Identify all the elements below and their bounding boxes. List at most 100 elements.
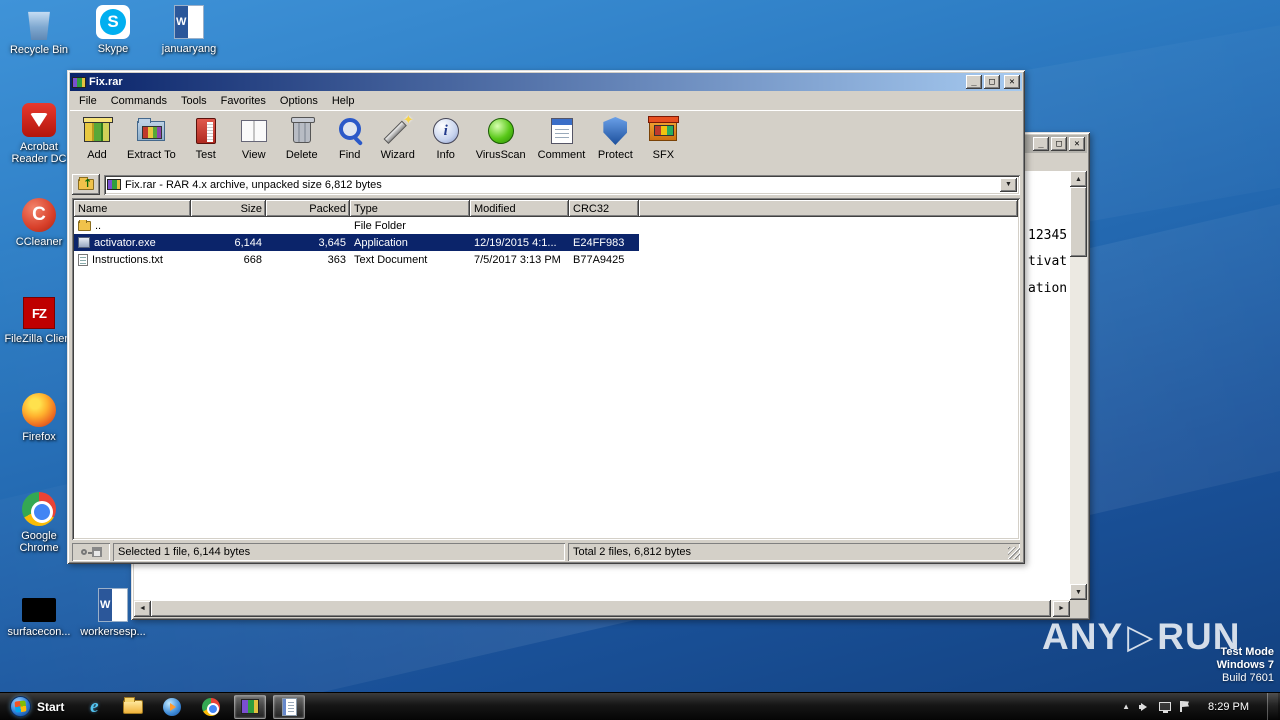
column-header-modified[interactable]: Modified	[470, 200, 569, 217]
scroll-up-icon[interactable]: ▲	[1070, 171, 1087, 187]
resize-grip[interactable]	[1008, 547, 1020, 559]
start-button[interactable]: Start	[0, 693, 74, 720]
delete-button[interactable]: Delete	[279, 113, 325, 163]
maximize-button[interactable]: □	[1051, 137, 1067, 151]
test-button[interactable]: Test	[183, 113, 229, 163]
desktop-icon-surfacecon[interactable]: surfacecon...	[2, 592, 76, 638]
maximize-button[interactable]: □	[984, 75, 1000, 89]
taskbar-notepad[interactable]	[273, 694, 306, 719]
taskbar-explorer[interactable]	[117, 695, 149, 719]
add-archive-icon	[83, 117, 113, 142]
column-header-filler	[639, 200, 1018, 217]
desktop-icon-ccleaner[interactable]: CCleaner	[2, 198, 76, 248]
file-packed: 3,645	[318, 236, 346, 249]
toolbar-label: Info	[436, 149, 455, 161]
column-header-crc32[interactable]: CRC32	[569, 200, 639, 217]
volume-icon[interactable]	[1139, 702, 1150, 712]
winrar-app-icon	[72, 76, 86, 88]
desktop-icon-acrobat[interactable]: Acrobat Reader DC	[2, 103, 76, 165]
find-button[interactable]: Find	[327, 113, 373, 163]
archive-path-text: Fix.rar - RAR 4.x archive, unpacked size…	[125, 178, 382, 191]
table-row-parent-dir[interactable]: .. File Folder	[74, 217, 639, 234]
column-header-packed[interactable]: Packed	[266, 200, 350, 217]
desktop-icon-recycle-bin[interactable]: Recycle Bin	[2, 8, 76, 56]
taskbar-chrome[interactable]	[195, 695, 227, 719]
taskbar-winrar[interactable]	[234, 694, 267, 719]
up-one-level-button[interactable]	[72, 174, 100, 195]
menu-favorites[interactable]: Favorites	[214, 93, 273, 109]
word-document-icon	[174, 5, 204, 39]
menu-commands[interactable]: Commands	[104, 93, 174, 109]
toolbar-label: Comment	[537, 149, 586, 161]
winrar-titlebar[interactable]: Fix.rar _ □ ✕	[70, 73, 1022, 91]
sandbox-build: Build 7601	[1222, 672, 1274, 684]
protect-button[interactable]: Protect	[592, 113, 638, 163]
info-icon	[432, 118, 459, 144]
sandbox-os: Windows 7	[1216, 659, 1274, 671]
comment-button[interactable]: Comment	[533, 113, 591, 163]
scroll-right-icon[interactable]: ►	[1053, 600, 1070, 617]
desktop-icon-label: januaryang	[161, 43, 217, 55]
system-tray: ▲ 8:29 PM	[1122, 693, 1280, 720]
hidden-icons-button[interactable]: ▲	[1122, 702, 1130, 711]
table-row-activator-exe[interactable]: activator.exe 6,144 3,645 Application 12…	[74, 234, 639, 251]
winrar-icon	[241, 699, 260, 714]
scroll-down-icon[interactable]: ▼	[1070, 584, 1087, 600]
notepad-icon	[281, 697, 297, 716]
toolbar-label: VirusScan	[475, 149, 526, 161]
minimize-button[interactable]: _	[966, 75, 982, 89]
extract-to-button[interactable]: Extract To	[122, 113, 181, 163]
action-center-icon[interactable]	[1180, 701, 1190, 712]
scroll-left-icon[interactable]: ◄	[134, 600, 151, 617]
toolbar-label: Add	[87, 149, 107, 161]
view-button[interactable]: View	[231, 113, 277, 163]
windows-orb-icon	[10, 696, 31, 717]
file-size: 668	[243, 253, 262, 266]
menu-help[interactable]: Help	[325, 93, 362, 109]
menu-options[interactable]: Options	[273, 93, 325, 109]
desktop-icon-skype[interactable]: Skype	[76, 5, 150, 55]
desktop-icon-label: CCleaner	[15, 236, 63, 248]
winrar-statusbar: Selected 1 file, 6,144 bytes Total 2 fil…	[70, 541, 1022, 561]
close-icon[interactable]: ✕	[1069, 137, 1085, 151]
show-desktop-button[interactable]	[1267, 693, 1278, 720]
file-modified: 12/19/2015 4:1...	[474, 236, 557, 249]
column-header-name[interactable]: Name	[74, 200, 191, 217]
taskbar-media-player[interactable]	[156, 695, 188, 719]
toolbar-label: View	[241, 149, 266, 161]
vertical-scroll-thumb[interactable]	[1070, 187, 1087, 257]
info-button[interactable]: Info	[423, 113, 469, 163]
statusbar-icons	[72, 543, 110, 561]
vertical-scrollbar[interactable]: ▲ ▼	[1070, 171, 1087, 600]
watermark-brand-left: ANY	[1042, 616, 1124, 657]
close-icon[interactable]: ✕	[1004, 75, 1020, 89]
menu-file[interactable]: File	[72, 93, 104, 109]
virusscan-button[interactable]: VirusScan	[471, 113, 531, 163]
skype-icon	[96, 5, 130, 39]
chevron-down-icon[interactable]: ▼	[1000, 177, 1017, 192]
desktop-icon-chrome[interactable]: Google Chrome	[2, 492, 76, 554]
menu-tools[interactable]: Tools	[174, 93, 214, 109]
desktop-icon-firefox[interactable]: Firefox	[2, 393, 76, 443]
horizontal-scroll-thumb[interactable]	[151, 600, 1051, 617]
sandbox-mode: Test Mode	[1220, 646, 1274, 658]
taskbar-clock[interactable]: 8:29 PM	[1199, 701, 1258, 713]
file-list: Name Size Packed Type Modified CRC32 .. …	[72, 198, 1020, 540]
file-crc: B77A9425	[573, 253, 625, 266]
network-icon[interactable]	[1159, 702, 1172, 713]
minimize-button[interactable]: _	[1033, 137, 1049, 151]
table-row-instructions-txt[interactable]: Instructions.txt 668 363 Text Document 7…	[74, 251, 639, 268]
desktop-icon-filezilla[interactable]: FileZilla Client	[2, 297, 76, 345]
sfx-button[interactable]: SFX	[640, 113, 686, 163]
desktop-icon-januaryang[interactable]: januaryang	[152, 5, 226, 55]
column-headers: Name Size Packed Type Modified CRC32	[74, 200, 1018, 217]
file-type: Text Document	[354, 253, 428, 266]
archive-path-combobox[interactable]: Fix.rar - RAR 4.x archive, unpacked size…	[104, 174, 1020, 195]
horizontal-scrollbar[interactable]: ◄ ►	[134, 600, 1070, 617]
taskbar-internet-explorer[interactable]	[78, 695, 110, 719]
column-header-size[interactable]: Size	[191, 200, 266, 217]
wizard-button[interactable]: Wizard	[375, 112, 421, 163]
toolbar-label: Wizard	[380, 149, 415, 161]
column-header-type[interactable]: Type	[350, 200, 470, 217]
add-button[interactable]: Add	[74, 113, 120, 163]
